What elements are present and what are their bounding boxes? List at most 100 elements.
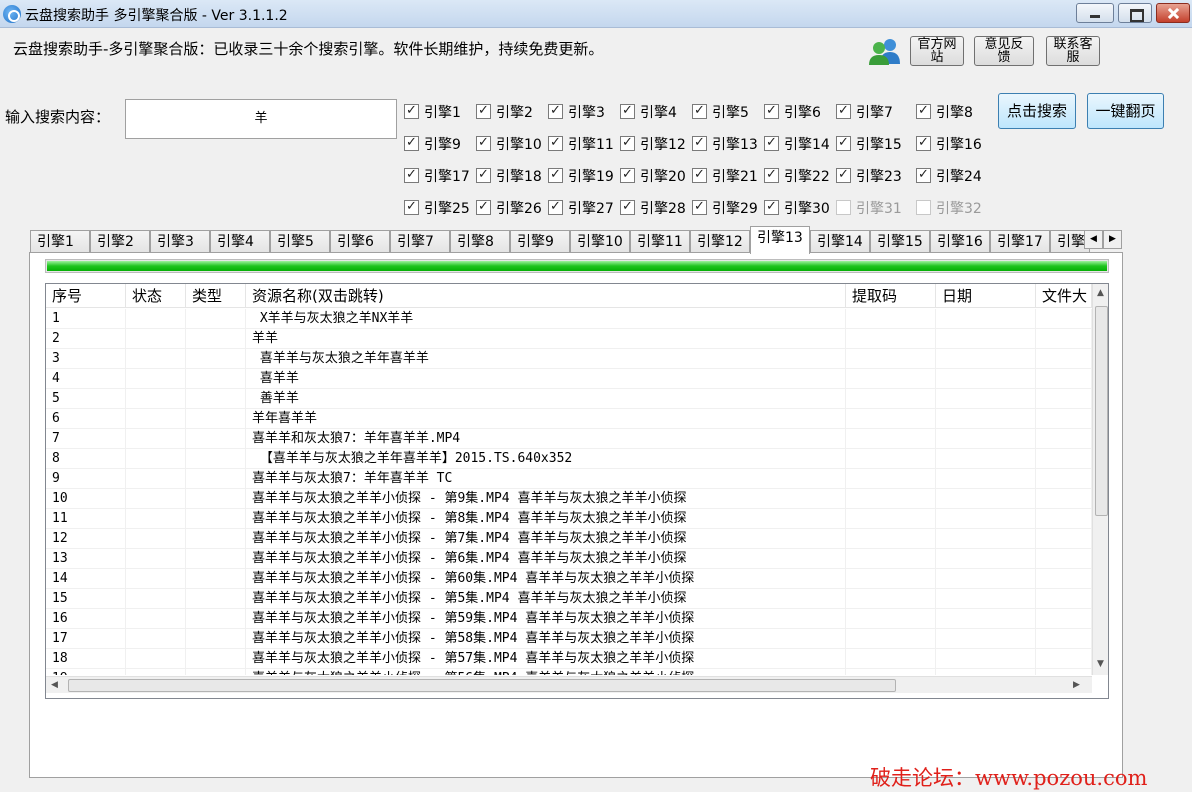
- scroll-left-icon[interactable]: ◀: [51, 680, 58, 690]
- tab-engine-5[interactable]: 引擎5: [270, 230, 330, 253]
- checkbox-icon[interactable]: [692, 103, 707, 119]
- col-status-header[interactable]: 状态: [126, 284, 186, 308]
- checkbox-icon[interactable]: [476, 167, 491, 183]
- scroll-right-icon[interactable]: ▶: [1073, 680, 1080, 690]
- checkbox-icon[interactable]: [836, 200, 851, 215]
- table-row[interactable]: 11 喜羊羊与灰太狼之羊羊小侦探 - 第8集.MP4 喜羊羊与灰太狼之羊羊小侦探: [46, 509, 1092, 529]
- checkbox-icon[interactable]: [764, 135, 779, 151]
- watermark-text: 破走论坛：www.pozou.com: [870, 766, 1148, 790]
- checkbox-icon[interactable]: [764, 103, 779, 119]
- table-row[interactable]: 16 喜羊羊与灰太狼之羊羊小侦探 - 第59集.MP4 喜羊羊与灰太狼之羊羊小侦探: [46, 609, 1092, 629]
- table-row[interactable]: 15 喜羊羊与灰太狼之羊羊小侦探 - 第5集.MP4 喜羊羊与灰太狼之羊羊小侦探: [46, 589, 1092, 609]
- table-row[interactable]: 7 喜羊羊和灰太狼7：羊年喜羊羊.MP4: [46, 429, 1092, 449]
- col-date-cell: [942, 369, 1036, 389]
- checkbox-icon[interactable]: [404, 135, 419, 151]
- scroll-down-icon[interactable]: ▼: [1097, 659, 1104, 669]
- col-date-header[interactable]: 日期: [936, 284, 1036, 308]
- col-resource-name-header[interactable]: 资源名称(双击跳转): [246, 284, 846, 308]
- tab-engine-11[interactable]: 引擎11: [630, 230, 690, 253]
- search-button[interactable]: 点击搜索: [998, 93, 1076, 129]
- tab-engine-1[interactable]: 引擎1: [30, 230, 90, 253]
- tab-engine-13[interactable]: 引擎13: [750, 226, 810, 254]
- scroll-tabs-right-icon[interactable]: ▶: [1103, 230, 1122, 249]
- close-button[interactable]: [1156, 3, 1190, 23]
- next-page-button[interactable]: 一键翻页: [1087, 93, 1164, 129]
- checkbox-icon[interactable]: [404, 199, 419, 215]
- horizontal-scroll-thumb[interactable]: [68, 679, 896, 692]
- checkbox-icon[interactable]: [692, 199, 707, 215]
- table-row[interactable]: 2 羊羊: [46, 329, 1092, 349]
- checkbox-icon[interactable]: [548, 167, 563, 183]
- tab-engine-4[interactable]: 引擎4: [210, 230, 270, 253]
- tab-engine-3[interactable]: 引擎3: [150, 230, 210, 253]
- table-row[interactable]: 3 喜羊羊与灰太狼之羊年喜羊羊: [46, 349, 1092, 369]
- checkbox-icon[interactable]: [620, 167, 635, 183]
- checkbox-icon[interactable]: [404, 103, 419, 119]
- engine-checkbox-label: 引擎10: [496, 137, 542, 153]
- checkbox-icon[interactable]: [836, 135, 851, 151]
- minimize-button[interactable]: [1076, 3, 1114, 23]
- tab-engine-9[interactable]: 引擎9: [510, 230, 570, 253]
- scroll-tabs-left-icon[interactable]: ◀: [1084, 230, 1103, 249]
- checkbox-icon[interactable]: [620, 199, 635, 215]
- contact-support-button[interactable]: 联系客 服: [1046, 36, 1100, 66]
- col-type-cell: [192, 589, 246, 609]
- tab-engine-12[interactable]: 引擎12: [690, 230, 750, 253]
- table-row[interactable]: 9 喜羊羊与灰太狼7：羊年喜羊羊 TC: [46, 469, 1092, 489]
- col-file-size-header[interactable]: 文件大: [1036, 284, 1092, 308]
- search-input[interactable]: 羊: [125, 99, 397, 139]
- table-row[interactable]: 12 喜羊羊与灰太狼之羊羊小侦探 - 第7集.MP4 喜羊羊与灰太狼之羊羊小侦探: [46, 529, 1092, 549]
- table-row[interactable]: 13 喜羊羊与灰太狼之羊羊小侦探 - 第6集.MP4 喜羊羊与灰太狼之羊羊小侦探: [46, 549, 1092, 569]
- table-row[interactable]: 5 善羊羊: [46, 389, 1092, 409]
- tab-engine-14[interactable]: 引擎14: [810, 230, 870, 253]
- table-row[interactable]: 14 喜羊羊与灰太狼之羊羊小侦探 - 第60集.MP4 喜羊羊与灰太狼之羊羊小侦探: [46, 569, 1092, 589]
- checkbox-icon[interactable]: [476, 135, 491, 151]
- checkbox-icon[interactable]: [548, 103, 563, 119]
- checkbox-icon[interactable]: [620, 103, 635, 119]
- checkbox-icon[interactable]: [404, 167, 419, 183]
- table-row[interactable]: 6 羊年喜羊羊: [46, 409, 1092, 429]
- vertical-scrollbar[interactable]: ▲ ▼: [1092, 284, 1108, 675]
- official-site-button[interactable]: 官方网 站: [910, 36, 964, 66]
- tab-engine-16[interactable]: 引擎16: [930, 230, 990, 253]
- checkbox-icon[interactable]: [548, 135, 563, 151]
- table-row[interactable]: 8 【喜羊羊与灰太狼之羊年喜羊羊】2015.TS.640x352: [46, 449, 1092, 469]
- col-index-cell: 12: [52, 529, 126, 549]
- table-row[interactable]: 1 X羊羊与灰太狼之羊NX羊羊: [46, 309, 1092, 329]
- tab-engine-7[interactable]: 引擎7: [390, 230, 450, 253]
- tab-engine-6[interactable]: 引擎6: [330, 230, 390, 253]
- vertical-scroll-thumb[interactable]: [1095, 306, 1108, 516]
- table-row[interactable]: 10 喜羊羊与灰太狼之羊羊小侦探 - 第9集.MP4 喜羊羊与灰太狼之羊羊小侦探: [46, 489, 1092, 509]
- table-row[interactable]: 19 喜羊羊与灰太狼之羊羊小侦探 - 第56集.MP4 喜羊羊与灰太狼之羊羊小侦探: [46, 669, 1092, 675]
- checkbox-icon[interactable]: [692, 167, 707, 183]
- checkbox-icon[interactable]: [916, 135, 931, 151]
- tab-engine-15[interactable]: 引擎15: [870, 230, 930, 253]
- checkbox-icon[interactable]: [476, 199, 491, 215]
- table-row[interactable]: 4 喜羊羊: [46, 369, 1092, 389]
- checkbox-icon[interactable]: [916, 200, 931, 215]
- horizontal-scrollbar[interactable]: ◀ ▶: [46, 676, 1092, 693]
- scroll-up-icon[interactable]: ▲: [1097, 288, 1104, 298]
- tab-engine-8[interactable]: 引擎8: [450, 230, 510, 253]
- checkbox-icon[interactable]: [692, 135, 707, 151]
- checkbox-icon[interactable]: [916, 167, 931, 183]
- table-row[interactable]: 17 喜羊羊与灰太狼之羊羊小侦探 - 第58集.MP4 喜羊羊与灰太狼之羊羊小侦探: [46, 629, 1092, 649]
- col-index-header[interactable]: 序号: [46, 284, 126, 308]
- checkbox-icon[interactable]: [548, 199, 563, 215]
- tab-engine-17[interactable]: 引擎17: [990, 230, 1050, 253]
- col-type-header[interactable]: 类型: [186, 284, 246, 308]
- checkbox-icon[interactable]: [476, 103, 491, 119]
- checkbox-icon[interactable]: [764, 199, 779, 215]
- table-row[interactable]: 18 喜羊羊与灰太狼之羊羊小侦探 - 第57集.MP4 喜羊羊与灰太狼之羊羊小侦探: [46, 649, 1092, 669]
- tab-engine-2[interactable]: 引擎2: [90, 230, 150, 253]
- checkbox-icon[interactable]: [836, 167, 851, 183]
- engine-checkbox-label: 引擎18: [496, 169, 542, 185]
- checkbox-icon[interactable]: [764, 167, 779, 183]
- checkbox-icon[interactable]: [620, 135, 635, 151]
- maximize-button[interactable]: [1118, 3, 1152, 23]
- tab-engine-10[interactable]: 引擎10: [570, 230, 630, 253]
- col-extract-code-header[interactable]: 提取码: [846, 284, 936, 308]
- checkbox-icon[interactable]: [916, 103, 931, 119]
- feedback-button[interactable]: 意见反 馈: [974, 36, 1034, 66]
- checkbox-icon[interactable]: [836, 103, 851, 119]
